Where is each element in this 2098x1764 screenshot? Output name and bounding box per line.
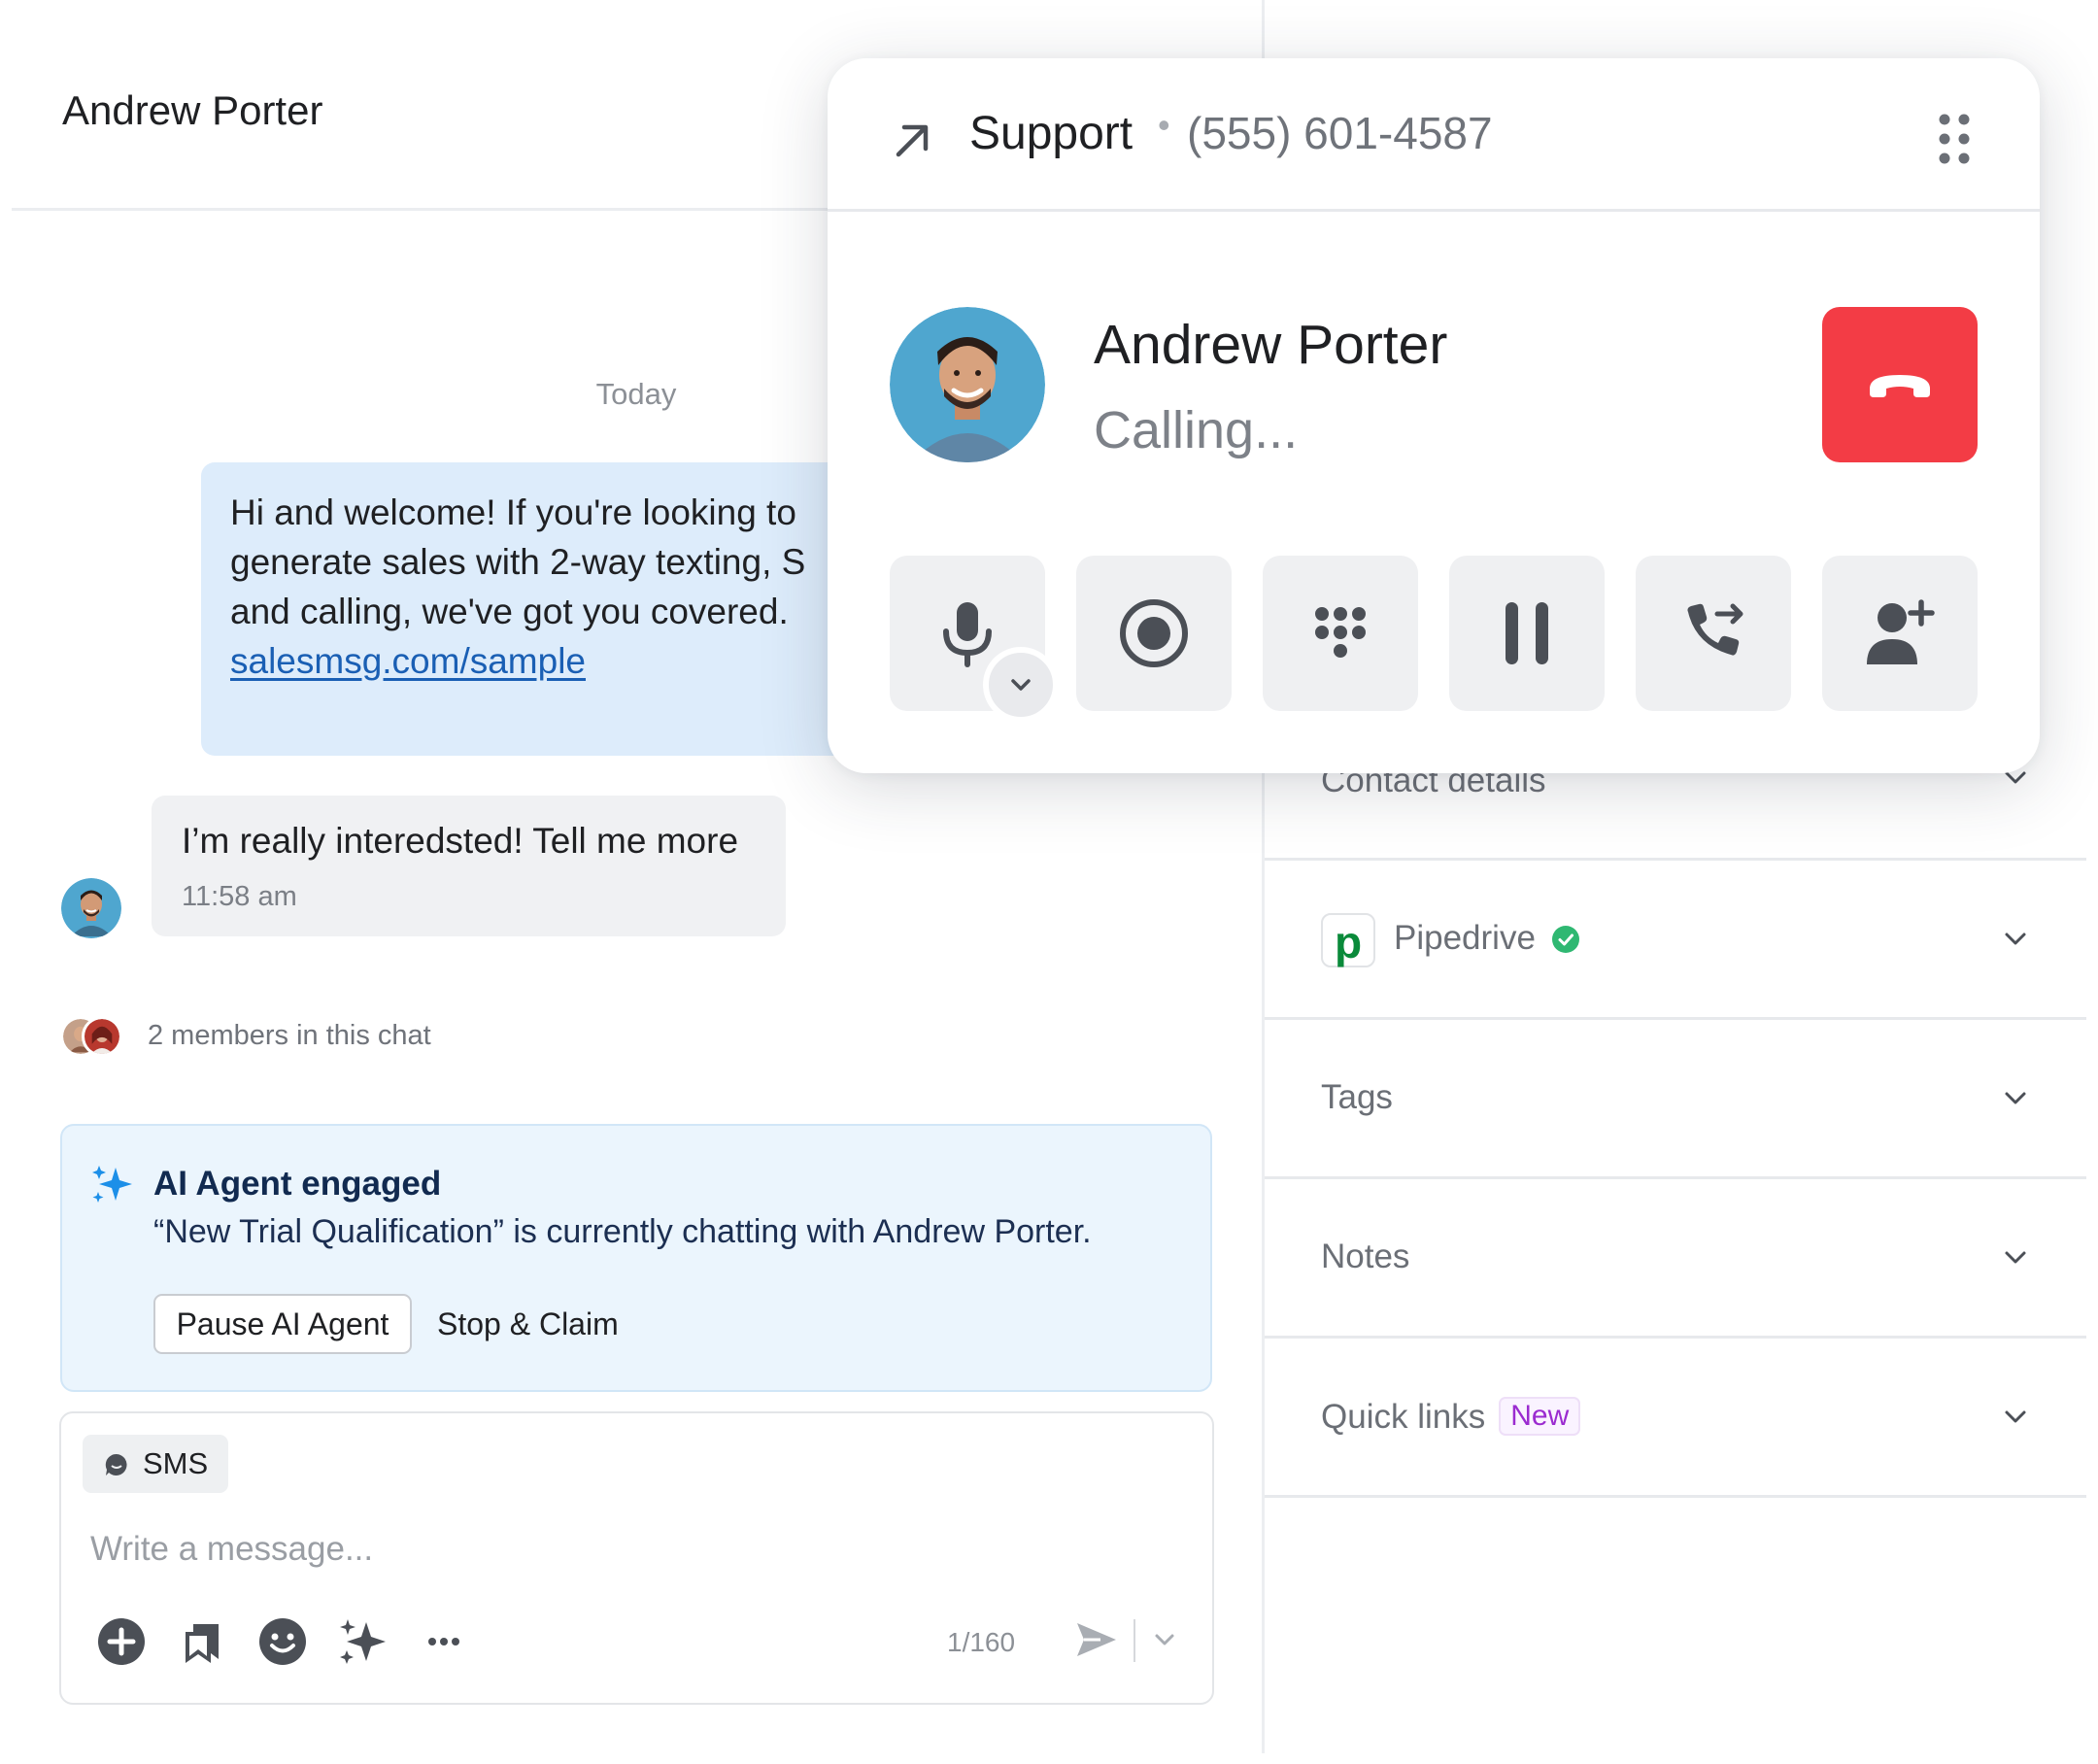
emoji-icon[interactable] [256,1615,309,1668]
outgoing-call-arrow-icon [896,124,929,157]
ai-sparkle-icon [92,1166,132,1203]
send-icon[interactable] [1071,1615,1120,1664]
add-participant-icon [1867,599,1935,664]
transfer-call-button[interactable] [1636,556,1791,711]
chevron-down-icon [1011,679,1031,691]
add-participant-button[interactable] [1822,556,1978,711]
members-label: 2 members in this chat [148,1020,431,1051]
caller-name: Andrew Porter [1094,314,1448,376]
record-button[interactable] [1076,556,1232,711]
keypad-button[interactable] [1263,556,1418,711]
microphone-options-button[interactable] [983,647,1059,723]
more-icon[interactable] [418,1615,470,1668]
chevron-down-icon[interactable] [1997,921,2034,958]
call-status: Calling... [1094,401,1299,459]
stop-and-claim-button[interactable]: Stop & Claim [437,1294,619,1354]
transfer-call-icon [1687,603,1743,656]
section-label: Tags [1321,1078,1393,1116]
sidebar-section-quick-links[interactable]: Quick links New [1265,1339,2086,1498]
pause-ai-agent-button[interactable]: Pause AI Agent [153,1294,412,1354]
incoming-message: I’m really interedsted! Tell me more 11:… [152,796,786,936]
outgoing-message-text: Hi and welcome! If you're looking to gen… [230,488,871,686]
chevron-down-icon[interactable] [1997,1399,2034,1436]
section-label-wrap: Quick links New [1321,1397,1581,1437]
channel-label: SMS [143,1446,209,1480]
message-composer: SMS 1/160 [59,1411,1214,1705]
saved-replies-icon[interactable] [176,1615,228,1668]
section-label: Pipedrive [1394,919,1536,957]
message-timestamp: 11:58 am [182,881,297,912]
new-badge: New [1499,1397,1581,1436]
ai-agent-title: AI Agent engaged [153,1165,442,1203]
section-label: Notes [1321,1238,1410,1275]
contact-avatar[interactable] [61,878,121,938]
ai-sparkle-icon[interactable] [337,1615,389,1668]
caller-avatar [890,307,1045,462]
drag-handle-icon[interactable] [1935,110,1974,168]
outgoing-message-body: Hi and welcome! If you're looking to gen… [230,492,806,631]
sidebar-section-tags[interactable]: Tags [1265,1020,2086,1179]
chevron-down-icon[interactable] [1146,1621,1183,1658]
sidebar-section-notes[interactable]: Notes [1265,1179,2086,1339]
pipedrive-logo: p [1321,913,1375,967]
add-icon[interactable] [95,1615,148,1668]
hang-up-button[interactable] [1822,307,1978,462]
ai-agent-banner: AI Agent engaged “New Trial Qualificatio… [60,1124,1212,1392]
send-divider [1134,1619,1135,1662]
ai-agent-description: “New Trial Qualification” is currently c… [153,1213,1092,1250]
call-header-divider [828,209,2040,212]
incoming-message-text: I’m really interedsted! Tell me more [182,821,739,861]
sample-link[interactable]: salesmsg.com/sample [230,641,586,681]
chat-title: Andrew Porter [62,87,323,133]
chevron-down-icon[interactable] [1997,1239,2034,1276]
message-input[interactable] [90,1520,1062,1578]
phone-line-number: (555) 601-4587 [1187,108,1493,158]
line-separator-dot: • [1158,105,1170,145]
call-widget: Support • (555) 601-4587 Andrew Porter C… [828,58,2040,773]
chat-bubble-icon [105,1453,127,1476]
phone-line-name: Support [969,108,1134,159]
character-counter: 1/160 [947,1627,1016,1657]
channel-selector[interactable]: SMS [83,1435,228,1493]
section-label: Quick links [1321,1398,1486,1436]
sidebar-section-pipedrive[interactable]: p Pipedrive [1265,861,2086,1020]
date-separator: Today [595,377,677,411]
keypad-icon [1315,607,1366,658]
pause-icon [1506,602,1548,664]
record-icon [1120,599,1188,667]
member-avatar [82,1016,122,1057]
hold-button[interactable] [1449,556,1605,711]
chevron-down-icon[interactable] [1997,1080,2034,1117]
hang-up-icon [1870,375,1930,397]
verified-check-icon [1552,926,1579,953]
